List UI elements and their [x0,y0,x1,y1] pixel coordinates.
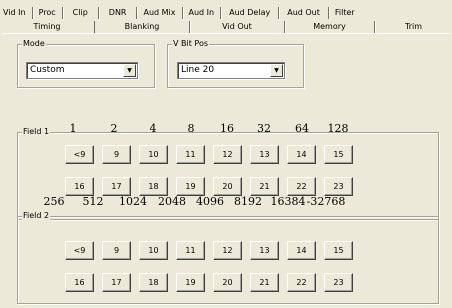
field1-bottom-weight-3: 2048 [158,195,186,208]
vbitpos-select[interactable]: Line 20 ▼ [177,62,285,79]
field1-row1-button-4[interactable]: 12 [213,145,242,164]
blanking-page: Mode Custom ▼ V Bit Pos Line 20 ▼ Field … [2,33,450,306]
field1-row2-button-5[interactable]: 21 [250,177,279,196]
vbitpos-label: V Bit Pos [172,39,210,49]
field1-row2-button-4[interactable]: 20 [213,177,242,196]
field2-row1-button-1[interactable]: 9 [102,241,131,260]
field1-row1-button-1[interactable]: 9 [102,145,131,164]
tab-clip[interactable]: Clip [63,7,99,19]
tab-dnr[interactable]: DNR [99,7,138,19]
field2-row1-button-5[interactable]: 13 [250,241,279,260]
field1-top-weight-6: 64 [295,122,309,135]
field1-row1-button-0[interactable]: <9 [65,145,94,164]
field1-label: Field 1 [22,127,51,137]
field1-top-weight-3: 8 [187,122,195,135]
vbitpos-group: V Bit Pos Line 20 ▼ [167,39,304,88]
field2-row2-button-3[interactable]: 19 [176,273,205,292]
tab-filter[interactable]: Filter [329,7,361,19]
field1-row1-button-3[interactable]: 11 [176,145,205,164]
tab-timing[interactable]: Timing [0,21,95,33]
field2-label: Field 2 [22,211,51,221]
field1-bottom-weight-7: -32768 [306,195,346,208]
mode-select[interactable]: Custom ▼ [26,62,138,79]
field1-row1-button-5[interactable]: 13 [250,145,279,164]
field1-bottom-weight-1: 512 [82,195,104,208]
field1-top-weight-1: 2 [110,122,118,135]
field2-group: Field 2 <9 9 10 11 12 13 14 15 16 17 18 19 20 21 22 23 [17,211,439,304]
field2-row1-button-4[interactable]: 12 [213,241,242,260]
field1-top-weight-5: 32 [257,122,271,135]
field1-row2-button-1[interactable]: 17 [102,177,131,196]
field2-row2-button-1[interactable]: 17 [102,273,131,292]
tab-vid-in[interactable]: Vid In [0,7,33,19]
field2-row2-button-5[interactable]: 21 [250,273,279,292]
field1-row2-button-7[interactable]: 23 [324,177,353,196]
vbitpos-value: Line 20 [181,65,215,75]
field1-row2-button-0[interactable]: 16 [65,177,94,196]
field1-bottom-weight-0: 256 [43,195,65,208]
field1-group: Field 1 1 2 4 8 16 32 64 128 <9 9 10 11 12 13 14 15 16… [17,123,439,220]
tab-proc[interactable]: Proc [33,7,63,19]
field2-row2-button-2[interactable]: 18 [139,273,168,292]
field2-row1-button-2[interactable]: 10 [139,241,168,260]
tab-aud-delay[interactable]: Aud Delay [221,7,280,19]
tab-blanking[interactable]: Blanking [95,21,190,33]
tab-aud-mix[interactable]: Aud Mix [137,7,183,19]
mode-group: Mode Custom ▼ [17,39,155,88]
field1-top-weight-7: 128 [327,122,349,135]
field1-bottom-weight-5: 8192 [234,195,262,208]
field1-row1-button-6[interactable]: 14 [287,145,316,164]
field1-row2-button-6[interactable]: 22 [287,177,316,196]
field2-row2-button-6[interactable]: 22 [287,273,316,292]
field1-top-weight-0: 1 [69,122,77,135]
field2-row2-button-0[interactable]: 16 [65,273,94,292]
field2-row1-button-6[interactable]: 14 [287,241,316,260]
tab-aud-out[interactable]: Aud Out [279,7,329,19]
field1-row2-button-3[interactable]: 19 [176,177,205,196]
field1-bottom-weight-4: 4096 [196,195,224,208]
field2-row2-button-7[interactable]: 23 [324,273,353,292]
field1-row2-button-2[interactable]: 18 [139,177,168,196]
tab-row-top: Vid In Proc Clip DNR Aud Mix Aud In Aud … [0,5,361,19]
field2-row1-button-3[interactable]: 11 [176,241,205,260]
field1-bottom-weight-2: 1024 [119,195,147,208]
mode-label: Mode [22,39,46,49]
field1-top-weight-2: 4 [149,122,157,135]
chevron-down-icon[interactable]: ▼ [270,64,283,77]
field2-row1-button-0[interactable]: <9 [65,241,94,260]
field1-bottom-weight-6: 16384 [270,195,306,208]
field1-row1-button-2[interactable]: 10 [139,145,168,164]
mode-value: Custom [30,65,65,75]
field1-top-weight-4: 16 [220,122,234,135]
tab-row-bottom: Timing Blanking Vid Out Memory Trim [0,19,452,33]
field2-row1-button-7[interactable]: 15 [324,241,353,260]
tab-vid-out[interactable]: Vid Out [190,21,285,33]
field2-row2-button-4[interactable]: 20 [213,273,242,292]
tab-trim[interactable]: Trim [375,21,452,33]
chevron-down-icon[interactable]: ▼ [123,64,136,77]
field1-row1-button-7[interactable]: 15 [324,145,353,164]
tab-aud-in[interactable]: Aud In [183,7,222,19]
tab-memory[interactable]: Memory [285,21,375,33]
